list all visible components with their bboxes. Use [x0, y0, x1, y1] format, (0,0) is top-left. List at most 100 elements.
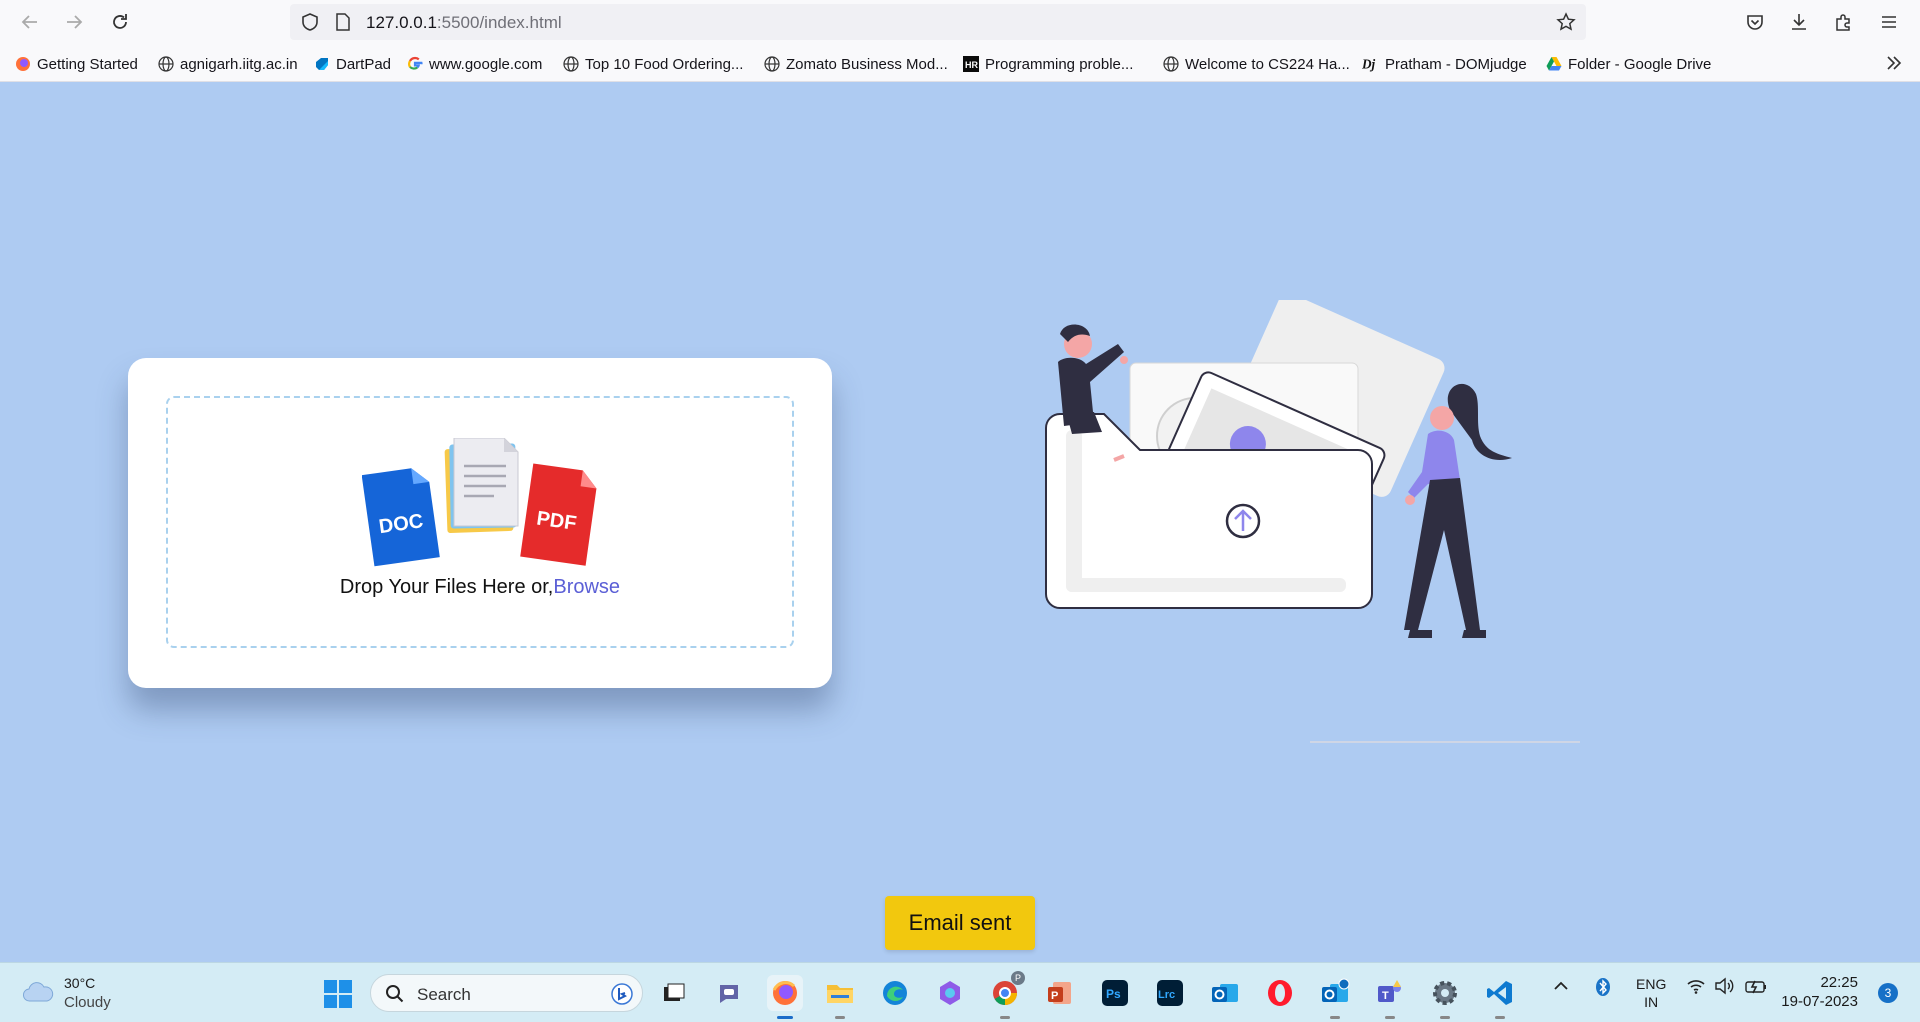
bookmark-item[interactable]: Dj Pratham - DOMjudge [1362, 54, 1527, 74]
browse-link[interactable]: Browse [553, 576, 620, 598]
file-types-graphic: DOC PDF [362, 438, 597, 567]
chevron-up-icon [1554, 981, 1568, 990]
drop-text: Drop Your Files Here or, [339, 576, 554, 598]
start-button[interactable] [323, 979, 353, 1009]
bookmark-item[interactable]: HR Programming proble... [962, 54, 1133, 74]
arrow-left-icon [21, 15, 37, 29]
wifi-icon [1687, 980, 1705, 994]
weather-temperature: 30°C [64, 975, 96, 991]
file-explorer-icon[interactable] [822, 975, 858, 1019]
taskbar-clock[interactable]: 22:25 19-07-2023 [1781, 973, 1858, 1011]
weather-widget[interactable]: 30°C Cloudy [22, 973, 132, 1013]
file-dropzone[interactable]: DOC PDF Drop Your Files Here or,Browse [166, 396, 794, 648]
extensions-button[interactable] [1830, 8, 1858, 36]
running-indicator [1330, 1016, 1340, 1019]
running-indicator [835, 1016, 845, 1019]
bookmark-item[interactable]: DartPad [313, 54, 391, 74]
bookmarks-bar: Getting Started agnigarh.iitg.ac.in Dart… [0, 44, 1920, 82]
lightroom-icon[interactable]: Lrc [1152, 975, 1188, 1011]
weather-condition: Cloudy [64, 994, 111, 1011]
bookmark-item[interactable]: agnigarh.iitg.ac.in [157, 54, 298, 74]
photoshop-icon[interactable]: Ps [1097, 975, 1133, 1011]
outlook-icon[interactable] [1207, 975, 1243, 1011]
teams-chat-icon[interactable] [712, 975, 748, 1011]
toast-message: Email sent [908, 910, 1012, 935]
notification-badge[interactable]: 3 [1878, 983, 1898, 1003]
star-icon[interactable] [1556, 12, 1576, 32]
firefox-icon[interactable] [767, 975, 803, 1019]
taskbar-search[interactable]: Search [370, 974, 643, 1012]
puzzle-icon [1836, 14, 1850, 31]
url-bar[interactable]: 127.0.0.1:5500/index.html [290, 4, 1586, 40]
downloads-button[interactable] [1785, 8, 1813, 36]
bluetooth-icon [1596, 978, 1610, 996]
download-icon [1792, 14, 1806, 30]
shield-icon[interactable] [300, 12, 320, 32]
hackerrank-icon: HR [962, 56, 979, 73]
page-icon[interactable] [334, 12, 352, 32]
active-indicator [777, 1016, 793, 1019]
upload-arrow-icon [1225, 503, 1261, 539]
volume-button[interactable] [1714, 977, 1734, 999]
bookmark-item[interactable]: Folder - Google Drive [1545, 54, 1711, 74]
reload-button[interactable] [106, 8, 134, 36]
toast-notification: Email sent [885, 896, 1035, 950]
chrome-icon[interactable]: P [987, 971, 1025, 1019]
menu-button[interactable] [1875, 8, 1903, 36]
windows-logo-icon [324, 980, 352, 1008]
bookmarks-overflow-button[interactable] [1884, 53, 1906, 75]
doc-file-icon: DOC [362, 468, 440, 567]
forward-button[interactable] [60, 8, 88, 36]
settings-icon[interactable] [1427, 975, 1463, 1019]
edge-icon[interactable] [877, 975, 913, 1011]
teams-icon[interactable]: T [1372, 975, 1408, 1019]
pocket-button[interactable] [1741, 8, 1769, 36]
bing-icon[interactable] [610, 982, 634, 1006]
search-icon [386, 985, 404, 1003]
language-indicator[interactable]: ENG IN [1636, 975, 1666, 1011]
svg-text:T: T [1382, 990, 1389, 1002]
google-drive-icon [1545, 56, 1562, 73]
browser-toolbar: 127.0.0.1:5500/index.html [0, 0, 1920, 44]
globe-icon [157, 56, 174, 73]
upload-illustration [1045, 300, 1580, 743]
globe-icon [562, 56, 579, 73]
copilot-icon[interactable] [932, 975, 968, 1011]
bookmark-item[interactable]: www.google.com [406, 54, 542, 74]
pocket-icon [1747, 15, 1763, 30]
battery-charging-icon [1745, 980, 1766, 994]
opera-icon[interactable] [1262, 975, 1298, 1011]
upload-card: DOC PDF Drop Your Files Here or,Browse [128, 358, 832, 688]
chrome-profile-badge: P [1011, 971, 1025, 985]
reload-icon [113, 14, 127, 29]
powerpoint-icon[interactable]: P [1042, 975, 1078, 1011]
globe-icon [763, 56, 780, 73]
bookmark-item[interactable]: Top 10 Food Ordering... [562, 54, 743, 74]
back-button[interactable] [16, 8, 44, 36]
bookmark-item[interactable]: Getting Started [14, 54, 138, 74]
clock-time: 22:25 [1820, 974, 1858, 991]
chevron-double-right-icon [1887, 56, 1902, 70]
dart-icon [313, 56, 330, 73]
google-icon [406, 56, 423, 73]
bluetooth-button[interactable] [1594, 977, 1612, 1001]
outlook-preview-icon[interactable] [1317, 975, 1353, 1019]
svg-text:Lrc: Lrc [1158, 989, 1175, 1001]
task-view-icon[interactable] [656, 975, 692, 1011]
bookmark-item[interactable]: Zomato Business Mod... [763, 54, 948, 74]
windows-taskbar: 30°C Cloudy Search P P Ps Lrc T ENG IN 2… [0, 962, 1920, 1022]
cloud-icon [23, 982, 54, 1002]
running-indicator [1440, 1016, 1450, 1019]
svg-text:Ps: Ps [1106, 987, 1121, 1001]
arrow-right-icon [67, 15, 83, 29]
bookmark-item[interactable]: Welcome to CS224 Ha... [1162, 54, 1350, 74]
battery-button[interactable] [1744, 977, 1768, 999]
globe-icon [1162, 56, 1179, 73]
running-indicator [1000, 1016, 1010, 1019]
firefox-icon [14, 56, 31, 73]
wifi-button[interactable] [1686, 977, 1706, 999]
drop-instructions: Drop Your Files Here or,Browse [168, 576, 792, 599]
show-hidden-icons-button[interactable] [1552, 977, 1570, 999]
clock-date: 19-07-2023 [1781, 993, 1858, 1010]
vscode-icon[interactable] [1482, 975, 1518, 1019]
